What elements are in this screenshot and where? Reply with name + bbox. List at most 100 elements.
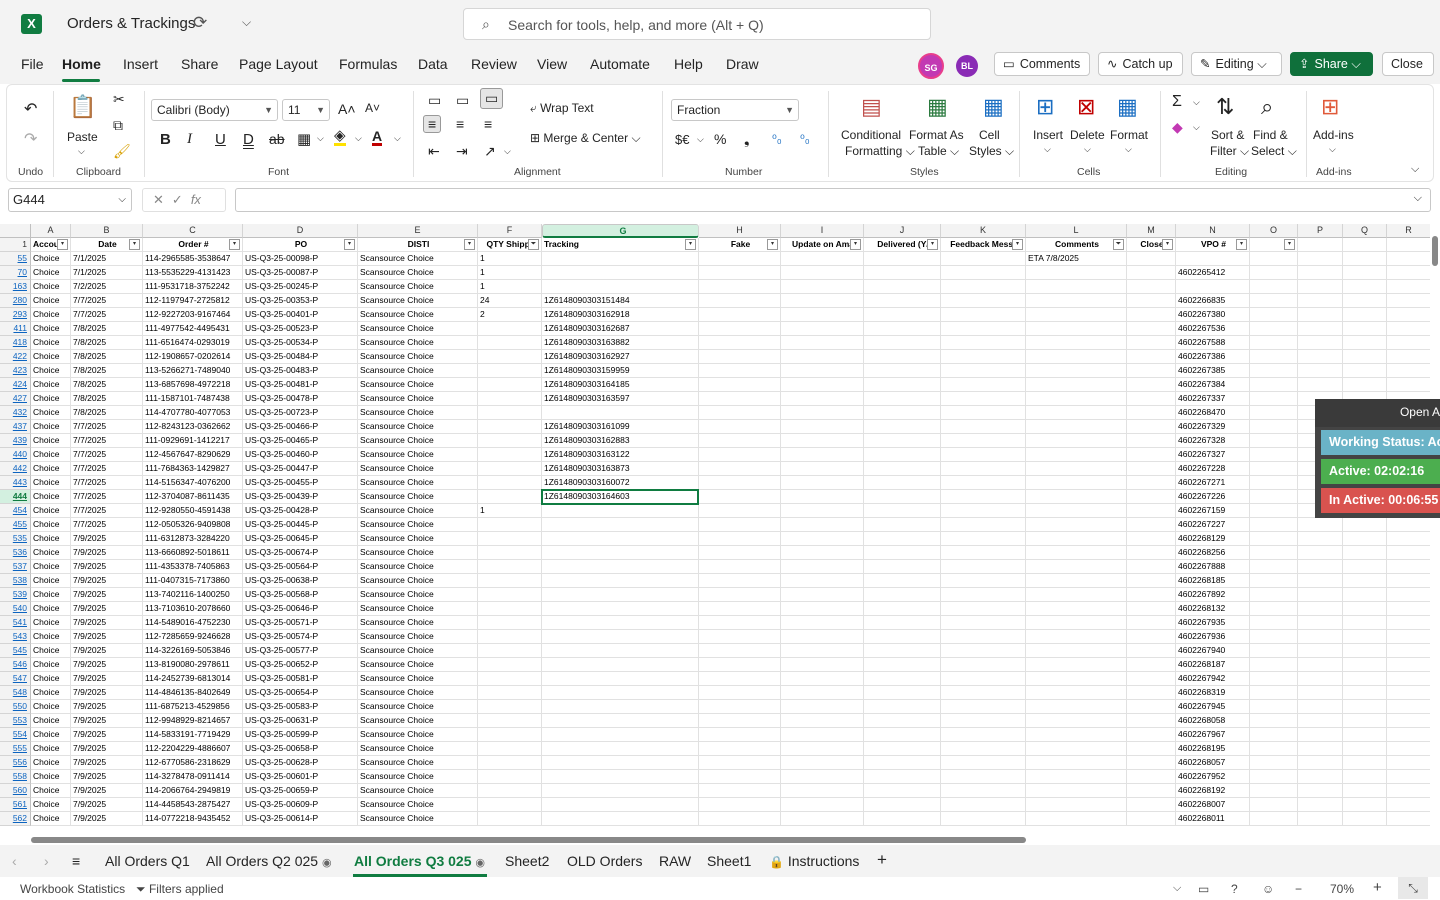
cell-e[interactable]: Scansource Choice <box>358 490 478 504</box>
cell-m[interactable] <box>1127 812 1176 826</box>
cell-d[interactable]: US-Q3-25-00353-P <box>243 294 358 308</box>
cell-h[interactable] <box>699 714 781 728</box>
cell-q[interactable] <box>1343 602 1387 616</box>
cell-d[interactable]: US-Q3-25-00658-P <box>243 742 358 756</box>
cell-m[interactable] <box>1127 280 1176 294</box>
chevron-down-icon[interactable]: ⌵ <box>1329 144 1336 155</box>
cell-f[interactable]: 24 <box>478 294 542 308</box>
cell-f[interactable] <box>478 812 542 826</box>
sheet-tab-instructions[interactable]: 🔒 Instructions <box>769 853 859 869</box>
cell-f[interactable] <box>478 672 542 686</box>
cell-g[interactable] <box>542 280 699 294</box>
cell-k[interactable] <box>941 742 1026 756</box>
chevron-down-icon[interactable]: ⌵ <box>697 134 704 145</box>
cell-i[interactable] <box>781 252 864 266</box>
cell-e[interactable]: Scansource Choice <box>358 756 478 770</box>
cell-i[interactable] <box>781 532 864 546</box>
chevron-down-icon[interactable]: ⌵ <box>1414 192 1422 205</box>
cell-o[interactable] <box>1250 742 1298 756</box>
cell-c[interactable]: 113-7103610-2078660 <box>143 602 243 616</box>
cell-j[interactable] <box>864 420 941 434</box>
cell-h[interactable] <box>699 364 781 378</box>
cell-g[interactable] <box>542 588 699 602</box>
cell-d[interactable]: US-Q3-25-00574-P <box>243 630 358 644</box>
orientation-icon[interactable]: ↗ <box>484 143 496 160</box>
cell-m[interactable] <box>1127 364 1176 378</box>
cell-b[interactable]: 7/8/2025 <box>71 364 143 378</box>
cell-b[interactable]: 7/8/2025 <box>71 350 143 364</box>
cell-b[interactable]: 7/7/2025 <box>71 448 143 462</box>
cell-a[interactable]: Choice <box>31 308 71 322</box>
cell-p[interactable] <box>1298 714 1343 728</box>
cell-n[interactable]: 4602268185 <box>1176 574 1250 588</box>
cell-r[interactable] <box>1387 742 1431 756</box>
cell-c[interactable]: 114-5489016-4752230 <box>143 616 243 630</box>
row-number[interactable]: 437 <box>0 420 31 434</box>
merge-center-button[interactable]: ⊞ Merge & Center ⌵ <box>530 131 641 146</box>
cell-h[interactable] <box>699 798 781 812</box>
cell-p[interactable] <box>1298 630 1343 644</box>
cell-p[interactable] <box>1298 602 1343 616</box>
cell-a[interactable]: Choice <box>31 574 71 588</box>
cell-g[interactable] <box>542 756 699 770</box>
cell-j[interactable] <box>864 700 941 714</box>
borders-icon[interactable]: ▦ <box>297 130 311 148</box>
cell-o[interactable] <box>1250 616 1298 630</box>
tab-share[interactable]: Share <box>181 56 218 72</box>
chevron-down-icon[interactable]: ⌵ <box>78 146 85 157</box>
cell-a[interactable]: Choice <box>31 532 71 546</box>
cell-e[interactable]: Scansource Choice <box>358 420 478 434</box>
cell-j[interactable] <box>864 672 941 686</box>
cell-b[interactable]: 7/9/2025 <box>71 812 143 826</box>
cell-r[interactable] <box>1387 364 1431 378</box>
cell-m[interactable] <box>1127 742 1176 756</box>
cell-k[interactable] <box>941 476 1026 490</box>
filter-dropdown-icon[interactable]: ▾ <box>685 239 696 250</box>
cell-e[interactable]: Scansource Choice <box>358 322 478 336</box>
cell-j[interactable] <box>864 434 941 448</box>
cell-c[interactable]: 112-1197947-2725812 <box>143 294 243 308</box>
cell-h[interactable] <box>699 756 781 770</box>
column-header-c[interactable]: C <box>143 224 243 238</box>
cell-d[interactable]: US-Q3-25-00428-P <box>243 504 358 518</box>
cell-e[interactable]: Scansource Choice <box>358 350 478 364</box>
cell-q[interactable] <box>1343 588 1387 602</box>
help-improve-icon[interactable]: ? <box>1231 882 1238 896</box>
cell-b[interactable]: 7/7/2025 <box>71 420 143 434</box>
format-as-table-button[interactable]: Table ⌵ <box>918 144 959 159</box>
zoom-out-icon[interactable]: − <box>1295 882 1302 896</box>
cell-n[interactable]: 4602268007 <box>1176 798 1250 812</box>
formula-input[interactable]: ⌵ <box>235 188 1431 212</box>
cell-g[interactable] <box>542 686 699 700</box>
cell-o[interactable] <box>1250 812 1298 826</box>
scroll-left-icon[interactable]: ‹ <box>12 853 17 869</box>
cell-m[interactable] <box>1127 252 1176 266</box>
chevron-down-icon[interactable]: ⌵ <box>317 133 324 144</box>
cell-o[interactable] <box>1250 504 1298 518</box>
cell-n[interactable]: 4602268195 <box>1176 742 1250 756</box>
column-title-b[interactable]: Date ▾ <box>71 238 143 252</box>
sort-filter-button[interactable]: Filter ⌵ <box>1210 144 1249 159</box>
cell-j[interactable] <box>864 532 941 546</box>
cell-b[interactable]: 7/9/2025 <box>71 756 143 770</box>
cell-q[interactable] <box>1343 784 1387 798</box>
cell-c[interactable]: 112-7285659-9246628 <box>143 630 243 644</box>
cell-e[interactable]: Scansource Choice <box>358 280 478 294</box>
cell-g[interactable]: 1Z6148090303162687 <box>542 322 699 336</box>
cell-g[interactable] <box>542 644 699 658</box>
cell-q[interactable] <box>1343 574 1387 588</box>
cell-c[interactable]: 112-8243123-0362662 <box>143 420 243 434</box>
cell-a[interactable]: Choice <box>31 714 71 728</box>
cell-b[interactable]: 7/9/2025 <box>71 686 143 700</box>
cell-o[interactable] <box>1250 532 1298 546</box>
cell-m[interactable] <box>1127 322 1176 336</box>
cell-k[interactable] <box>941 714 1026 728</box>
cell-q[interactable] <box>1343 630 1387 644</box>
conditional-formatting-icon[interactable]: ▤ <box>861 95 882 119</box>
cell-r[interactable] <box>1387 322 1431 336</box>
cell-q[interactable] <box>1343 378 1387 392</box>
cell-g[interactable] <box>542 560 699 574</box>
strikethrough-icon[interactable]: ab <box>269 131 285 147</box>
cell-j[interactable] <box>864 588 941 602</box>
cell-g[interactable] <box>542 406 699 420</box>
